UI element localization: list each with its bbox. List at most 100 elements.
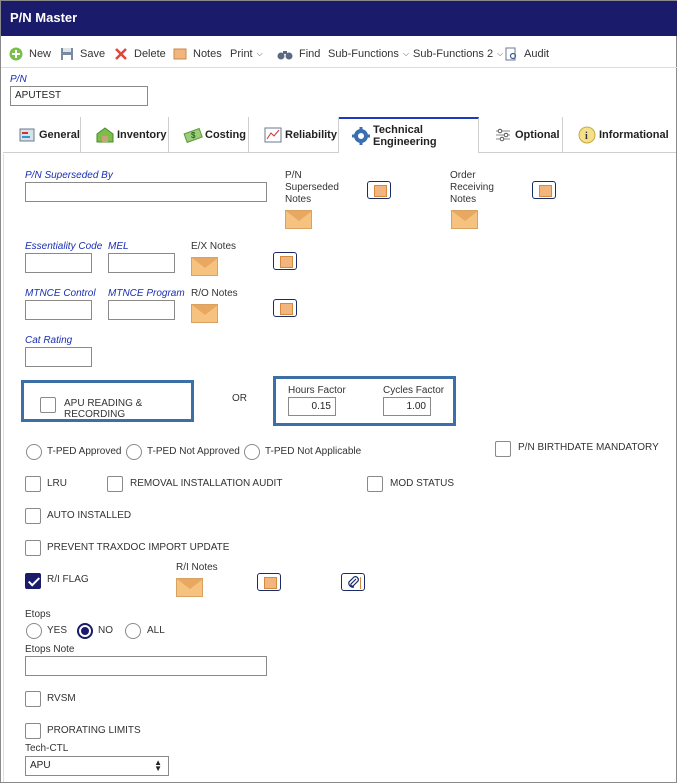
pn-superseded-by-label: P/N Superseded By: [25, 170, 113, 181]
ro-notes-button[interactable]: [273, 299, 297, 317]
mel-input[interactable]: [108, 253, 175, 273]
mel-label: MEL: [108, 241, 129, 252]
chart-icon: [263, 125, 283, 145]
gear-icon: [351, 126, 371, 146]
etops-yes-radio[interactable]: [26, 623, 42, 639]
mod-status-label: MOD STATUS: [390, 478, 455, 489]
tab-technical-engineering-label: Technical Engineering: [373, 124, 437, 148]
ro-notes-label: R/O Notes: [191, 288, 238, 299]
toolbar: New Save Delete Notes Print ⌵ Find Sub-F…: [1, 38, 677, 68]
delete-button[interactable]: Delete: [114, 46, 166, 62]
envelope-icon[interactable]: [285, 210, 312, 229]
prevent-traxdoc-label: PREVENT TRAXDOC IMPORT UPDATE: [47, 542, 230, 553]
etops-all-label: ALL: [147, 625, 165, 636]
find-label: Find: [299, 48, 321, 60]
removal-installation-audit-checkbox[interactable]: [107, 476, 123, 492]
mtnce-program-input[interactable]: [108, 300, 175, 320]
ri-flag-checkbox[interactable]: [25, 573, 41, 589]
pn-superseded-by-input[interactable]: [25, 182, 267, 202]
etops-note-input[interactable]: [25, 656, 267, 676]
new-label: New: [29, 48, 52, 60]
envelope-icon[interactable]: [191, 304, 218, 323]
binoculars-icon: [277, 47, 293, 61]
ri-flag-label: R/I FLAG: [47, 574, 89, 585]
order-receiving-notes-button[interactable]: [532, 181, 556, 199]
mtnce-program-label: MTNCE Program: [108, 288, 185, 299]
tab-technical-engineering[interactable]: Technical Engineering: [339, 117, 479, 153]
cycles-factor-input[interactable]: 1.00: [383, 397, 431, 416]
etops-no-radio[interactable]: [77, 623, 93, 639]
tab-inventory-label: Inventory: [117, 129, 167, 141]
tab-costing[interactable]: $ Costing: [169, 117, 249, 153]
notes-button[interactable]: Notes: [173, 46, 222, 62]
x-icon: [114, 47, 128, 61]
tab-informational[interactable]: i Informational: [563, 117, 676, 153]
mod-status-checkbox[interactable]: [367, 476, 383, 492]
tech-ctl-value: APU: [30, 760, 51, 771]
etops-all-radio[interactable]: [125, 623, 141, 639]
ex-notes-button[interactable]: [273, 252, 297, 270]
hours-factor-input[interactable]: 0.15: [288, 397, 336, 416]
tped-not-approved-radio[interactable]: [126, 444, 142, 460]
audit-button[interactable]: Audit: [504, 46, 549, 62]
tab-optional[interactable]: Optional: [479, 117, 563, 153]
save-button[interactable]: Save: [60, 46, 105, 62]
updown-arrow-icon: ▲ ▼: [154, 758, 162, 773]
tab-costing-label: Costing: [205, 129, 246, 141]
tped-approved-label: T-PED Approved: [47, 446, 122, 457]
auto-installed-checkbox[interactable]: [25, 508, 41, 524]
pn-birthdate-mandatory-label: P/N BIRTHDATE MANDATORY: [518, 442, 659, 453]
cat-rating-input[interactable]: [25, 347, 92, 367]
pn-superseded-notes-button[interactable]: [367, 181, 391, 199]
delete-label: Delete: [134, 48, 166, 60]
apu-reading-checkbox[interactable]: [40, 397, 56, 413]
removal-installation-audit-label: REMOVAL INSTALLATION AUDIT: [130, 478, 283, 489]
lru-checkbox[interactable]: [25, 476, 41, 492]
technical-engineering-panel: P/N Superseded By P/N Superseded Notes O…: [3, 154, 676, 782]
auto-installed-label: AUTO INSTALLED: [47, 510, 132, 521]
pn-birthdate-mandatory-checkbox[interactable]: [495, 441, 511, 457]
cat-rating-label: Cat Rating: [25, 335, 73, 346]
envelope-icon[interactable]: [191, 257, 218, 276]
sliders-icon: [493, 125, 513, 145]
envelope-icon[interactable]: [176, 578, 203, 597]
sub-functions-label: Sub-Functions: [328, 48, 399, 60]
tped-not-approved-label: T-PED Not Approved: [147, 446, 240, 457]
tped-approved-radio[interactable]: [26, 444, 42, 460]
tab-reliability[interactable]: Reliability: [249, 117, 339, 153]
print-menu[interactable]: Print ⌵: [230, 46, 263, 62]
new-button[interactable]: New: [9, 46, 51, 62]
sub-functions-2-label: Sub-Functions 2: [413, 48, 494, 60]
attachment-button[interactable]: [341, 573, 365, 591]
apu-reading-box: APU READING & RECORDING: [21, 380, 194, 422]
floppy-icon: [60, 47, 74, 61]
essentiality-code-input[interactable]: [25, 253, 92, 273]
mtnce-control-input[interactable]: [25, 300, 92, 320]
rvsm-checkbox[interactable]: [25, 691, 41, 707]
ri-notes-button[interactable]: [257, 573, 281, 591]
prorating-limits-checkbox[interactable]: [25, 723, 41, 739]
money-icon: $: [183, 125, 203, 145]
sub-functions-2-menu[interactable]: Sub-Functions 2 ⌵: [413, 46, 503, 62]
pn-superseded-notes-label: P/N Superseded Notes: [285, 170, 339, 205]
tped-not-applicable-radio[interactable]: [244, 444, 260, 460]
tab-general[interactable]: General: [3, 117, 81, 153]
tab-optional-label: Optional: [515, 129, 560, 141]
ex-notes-label: E/X Notes: [191, 241, 237, 252]
pn-input[interactable]: APUTEST: [10, 86, 148, 106]
paperclip-icon: [347, 576, 360, 589]
envelope-icon[interactable]: [451, 210, 478, 229]
tab-inventory[interactable]: Inventory: [81, 117, 169, 153]
window-title: P/N Master: [1, 1, 677, 36]
tech-ctl-select[interactable]: APU ▲ ▼: [25, 756, 169, 776]
chevron-down-icon: ⌵: [256, 49, 263, 58]
chevron-down-icon: ⌵: [402, 49, 410, 58]
etops-note-label: Etops Note: [25, 644, 75, 655]
find-button[interactable]: Find: [277, 46, 320, 62]
etops-yes-label: YES: [47, 625, 68, 636]
prevent-traxdoc-checkbox[interactable]: [25, 540, 41, 556]
sub-functions-menu[interactable]: Sub-Functions ⌵: [328, 46, 409, 62]
svg-text:$: $: [191, 131, 196, 140]
cycles-factor-label: Cycles Factor: [383, 385, 445, 396]
general-icon: [17, 125, 37, 145]
